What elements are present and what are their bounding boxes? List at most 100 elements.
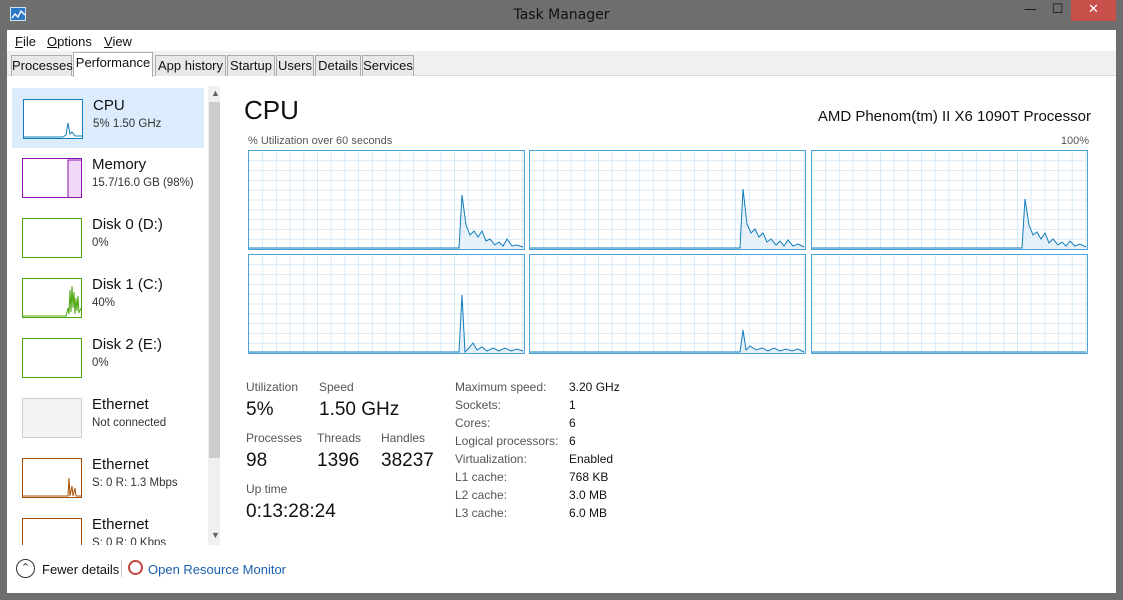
chevron-up-icon[interactable]: ⌃ xyxy=(16,559,35,578)
detail-value: 6 xyxy=(569,434,576,448)
sidebar-item-disk-1[interactable]: Disk 1 (C:) 40% xyxy=(12,268,204,328)
threads-label: Threads xyxy=(317,431,362,445)
scroll-thumb[interactable] xyxy=(209,102,220,458)
detail-label: Logical processors: xyxy=(455,434,559,448)
menu-options-key: O xyxy=(47,34,58,49)
sidebar-item-subtitle: Not connected xyxy=(92,417,167,429)
maximize-button[interactable]: ☐ xyxy=(1044,0,1071,21)
title-bar[interactable]: Task Manager — ☐ ✕ xyxy=(0,0,1123,30)
fewer-details-link[interactable]: Fewer details xyxy=(42,562,119,577)
speed-label: Speed xyxy=(319,380,354,394)
scroll-down-icon[interactable]: ▼ xyxy=(208,528,220,543)
detail-value: 768 KB xyxy=(569,470,609,484)
sidebar-item-memory[interactable]: Memory 15.7/16.0 GB (98%) xyxy=(12,148,204,208)
tab-app-history[interactable]: App history xyxy=(155,55,226,76)
disk2-thumbnail xyxy=(22,338,82,378)
detail-label: Virtualization: xyxy=(455,452,527,466)
tab-startup[interactable]: Startup xyxy=(227,55,275,76)
menu-options-rest: ptions xyxy=(57,34,92,49)
close-button[interactable]: ✕ xyxy=(1071,0,1116,21)
minimize-button[interactable]: — xyxy=(1017,0,1044,21)
core-graph-5 xyxy=(529,254,806,354)
menu-view-rest: iew xyxy=(112,34,132,49)
menu-file[interactable]: File xyxy=(15,34,36,49)
uptime-value: 0:13:28:24 xyxy=(246,501,336,522)
sidebar-item-subtitle: 40% xyxy=(92,297,116,309)
cpu-thumbnail xyxy=(23,99,83,139)
client-area: File Options View Processes Performance … xyxy=(7,30,1116,593)
disk0-thumbnail xyxy=(22,218,82,258)
sidebar-item-subtitle: S: 0 R: 0 Kbps xyxy=(92,537,167,545)
disk1-thumbnail xyxy=(22,278,82,318)
detail-value: 6 xyxy=(569,416,576,430)
sidebar-item-title: Ethernet xyxy=(92,456,149,473)
processor-name: AMD Phenom(tm) II X6 1090T Processor xyxy=(817,108,1091,125)
core-graph-1 xyxy=(248,150,525,250)
threads-value: 1396 xyxy=(317,450,360,471)
detail-value: Enabled xyxy=(569,452,614,466)
cpu-detail-panel: CPU AMD Phenom(tm) II X6 1090T Processor… xyxy=(232,86,1116,545)
menu-view[interactable]: View xyxy=(104,34,132,49)
sidebar-item-disk-0[interactable]: Disk 0 (D:) 0% xyxy=(12,208,204,268)
tab-services[interactable]: Services xyxy=(362,55,414,76)
processes-label: Processes xyxy=(246,431,303,445)
sidebar-item-subtitle: 0% xyxy=(92,357,109,369)
scroll-up-icon[interactable]: ▲ xyxy=(208,86,220,101)
utilization-graph-label: % Utilization over 60 seconds xyxy=(248,135,393,147)
utilization-graph-max: 100% xyxy=(1060,135,1089,147)
core-graph-3 xyxy=(811,150,1088,250)
resource-monitor-icon[interactable] xyxy=(128,560,143,575)
menu-file-key: F xyxy=(15,34,23,49)
sidebar-item-ethernet-3[interactable]: Ethernet S: 0 R: 0 Kbps xyxy=(12,508,204,545)
ethernet3-thumbnail xyxy=(22,518,82,545)
footer-divider xyxy=(121,560,122,577)
core-graph-6 xyxy=(811,254,1088,354)
open-resource-monitor-link[interactable]: Open Resource Monitor xyxy=(148,562,286,577)
core-graph-2 xyxy=(529,150,806,250)
detail-label: L3 cache: xyxy=(455,506,508,520)
memory-thumbnail xyxy=(22,158,82,198)
detail-label: Sockets: xyxy=(455,398,502,412)
handles-label: Handles xyxy=(381,431,426,445)
sidebar-item-ethernet-1[interactable]: Ethernet Not connected xyxy=(12,388,204,448)
handles-value: 38237 xyxy=(381,450,434,471)
speed-value: 1.50 GHz xyxy=(319,399,400,420)
tab-performance[interactable]: Performance xyxy=(73,52,153,77)
sidebar-item-subtitle: S: 0 R: 1.3 Mbps xyxy=(92,477,178,489)
sidebar-item-cpu[interactable]: CPU 5% 1.50 GHz xyxy=(12,88,204,148)
sidebar-item-title: Disk 0 (D:) xyxy=(92,216,163,233)
sidebar-item-title: Ethernet xyxy=(92,516,149,533)
sidebar-item-title: CPU xyxy=(93,97,125,114)
ethernet1-thumbnail xyxy=(22,398,82,438)
detail-value: 1 xyxy=(569,398,576,412)
sidebar-item-title: Ethernet xyxy=(92,396,149,413)
ethernet2-thumbnail xyxy=(22,458,82,498)
sidebar-item-ethernet-2[interactable]: Ethernet S: 0 R: 1.3 Mbps xyxy=(12,448,204,508)
page-title: CPU xyxy=(244,95,299,125)
core-graph-4 xyxy=(248,254,525,354)
sidebar-item-title: Disk 2 (E:) xyxy=(92,336,163,353)
menu-file-rest: ile xyxy=(22,34,36,49)
utilization-label: Utilization xyxy=(246,380,299,394)
processes-value: 98 xyxy=(246,450,268,471)
sidebar-item-subtitle: 0% xyxy=(92,237,109,249)
sidebar-scrollbar[interactable]: ▲ ▼ xyxy=(208,86,220,545)
sidebar-item-subtitle: 15.7/16.0 GB (98%) xyxy=(92,177,194,189)
sidebar-item-title: Disk 1 (C:) xyxy=(92,276,163,293)
menu-bar: File Options View xyxy=(7,30,1116,51)
tab-bar: Processes Performance App history Startu… xyxy=(7,51,1116,77)
tab-details[interactable]: Details xyxy=(315,55,361,76)
detail-label: Maximum speed: xyxy=(455,380,547,394)
tab-users[interactable]: Users xyxy=(276,55,314,76)
task-manager-window: Task Manager — ☐ ✕ File Options View Pro… xyxy=(0,0,1123,600)
sidebar-item-disk-2[interactable]: Disk 2 (E:) 0% xyxy=(12,328,204,388)
thumb-frame xyxy=(22,218,82,258)
menu-options[interactable]: Options xyxy=(47,34,92,49)
tab-processes[interactable]: Processes xyxy=(11,55,73,76)
sidebar-item-title: Memory xyxy=(92,156,147,173)
detail-label: L2 cache: xyxy=(455,488,508,502)
footer-bar: ⌃ Fewer details Open Resource Monitor xyxy=(7,552,1116,588)
uptime-label: Up time xyxy=(246,482,288,496)
thumb-frame xyxy=(23,99,83,139)
thumb-frame xyxy=(22,518,82,545)
